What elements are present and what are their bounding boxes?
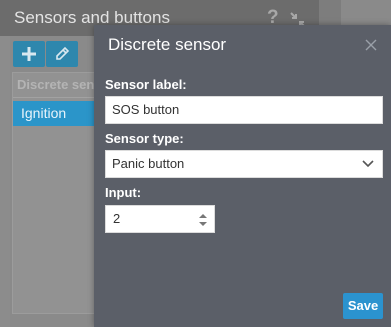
input-number-field[interactable]: 2 [105,205,215,233]
input-label: Input: [105,185,142,200]
add-sensor-button[interactable] [13,41,45,67]
collapse-icon[interactable] [288,7,308,28]
sensor-label-input[interactable]: SOS button [105,96,383,124]
discrete-sensor-dialog: Discrete sensor Sensor label: SOS button… [94,25,391,327]
sensor-type-label: Sensor type: [105,131,184,146]
sensor-type-select[interactable]: Panic button [105,150,383,178]
dialog-title: Discrete sensor [108,35,227,54]
sensor-type-value: Panic button [112,156,185,171]
input-number-value: 2 [113,211,121,226]
pencil-icon [56,46,70,60]
spinner-icon[interactable] [198,211,208,229]
close-icon[interactable] [364,38,378,52]
edit-sensor-button[interactable] [46,41,78,67]
plus-icon [22,47,36,61]
sensor-label-label: Sensor label: [105,77,187,92]
save-button[interactable]: Save [343,293,383,319]
chevron-down-icon [362,160,374,168]
